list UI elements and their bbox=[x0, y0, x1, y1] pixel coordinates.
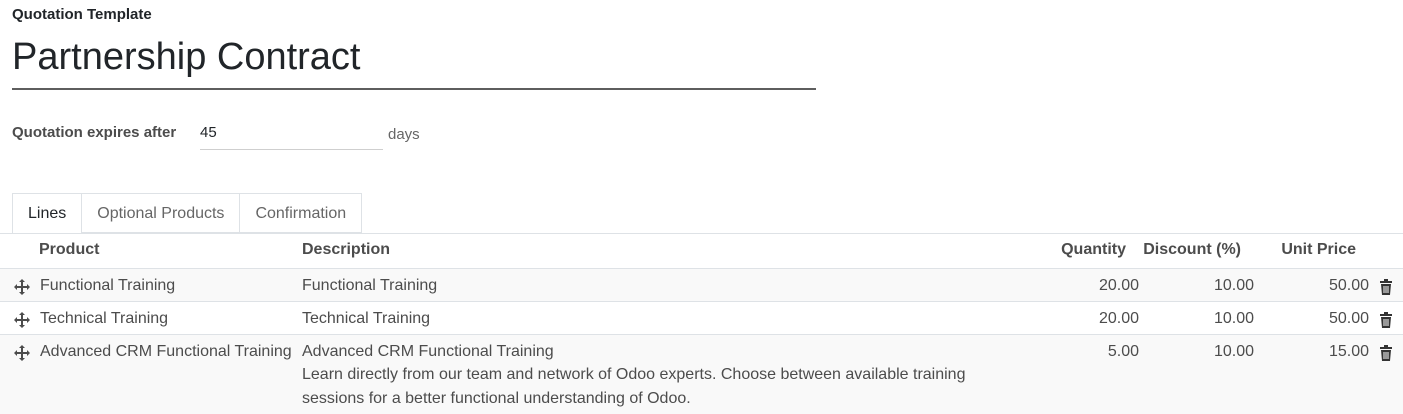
row-description[interactable]: Advanced CRM Functional Training bbox=[302, 343, 554, 361]
header-quantity[interactable]: Quantity bbox=[1061, 241, 1126, 259]
trash-icon[interactable] bbox=[1379, 312, 1393, 328]
tab-lines[interactable]: Lines bbox=[12, 193, 83, 234]
header-discount[interactable]: Discount (%) bbox=[1143, 241, 1241, 259]
header-unit-price[interactable]: Unit Price bbox=[1281, 241, 1356, 259]
row-product[interactable]: Advanced CRM Functional Training bbox=[40, 343, 292, 361]
expires-unit-label: days bbox=[388, 126, 420, 143]
table-row[interactable]: Technical Training Technical Training 20… bbox=[0, 302, 1403, 335]
drag-handle-icon[interactable] bbox=[13, 278, 31, 296]
table-row[interactable]: Advanced CRM Functional Training Advance… bbox=[0, 335, 1403, 414]
trash-icon[interactable] bbox=[1379, 345, 1393, 361]
row-discount[interactable]: 10.00 bbox=[1214, 277, 1254, 295]
row-description[interactable]: Technical Training bbox=[302, 310, 430, 328]
tab-confirmation[interactable]: Confirmation bbox=[239, 193, 363, 233]
trash-icon[interactable] bbox=[1379, 279, 1393, 295]
row-quantity[interactable]: 5.00 bbox=[1108, 343, 1139, 361]
row-quantity[interactable]: 20.00 bbox=[1099, 310, 1139, 328]
row-product[interactable]: Technical Training bbox=[40, 310, 168, 328]
lines-table: Product Description Quantity Discount (%… bbox=[0, 234, 1403, 414]
drag-handle-icon[interactable] bbox=[13, 311, 31, 329]
template-name-input[interactable]: Partnership Contract bbox=[12, 32, 816, 90]
row-discount[interactable]: 10.00 bbox=[1214, 343, 1254, 361]
row-description-line3[interactable]: sessions for a better functional underst… bbox=[302, 387, 1002, 411]
row-description[interactable]: Functional Training bbox=[302, 277, 437, 295]
drag-handle-icon[interactable] bbox=[13, 344, 31, 362]
row-unit-price[interactable]: 15.00 bbox=[1329, 343, 1369, 361]
row-unit-price[interactable]: 50.00 bbox=[1329, 277, 1369, 295]
row-description-line2[interactable]: Learn directly from our team and network… bbox=[302, 363, 1002, 387]
header-description[interactable]: Description bbox=[302, 241, 390, 259]
quotation-template-form: Quotation Template Partnership Contract … bbox=[0, 0, 1403, 414]
table-header: Product Description Quantity Discount (%… bbox=[0, 234, 1403, 269]
table-row[interactable]: Functional Training Functional Training … bbox=[0, 269, 1403, 302]
expires-label: Quotation expires after bbox=[12, 124, 177, 141]
tab-optional-products[interactable]: Optional Products bbox=[81, 193, 241, 233]
row-product[interactable]: Functional Training bbox=[40, 277, 175, 295]
expires-days-input[interactable]: 45 bbox=[200, 124, 383, 150]
tab-bar: Lines Optional Products Confirmation bbox=[12, 193, 363, 234]
row-discount[interactable]: 10.00 bbox=[1214, 310, 1254, 328]
row-unit-price[interactable]: 50.00 bbox=[1329, 310, 1369, 328]
form-label: Quotation Template bbox=[12, 6, 152, 23]
header-product[interactable]: Product bbox=[39, 241, 99, 259]
row-quantity[interactable]: 20.00 bbox=[1099, 277, 1139, 295]
